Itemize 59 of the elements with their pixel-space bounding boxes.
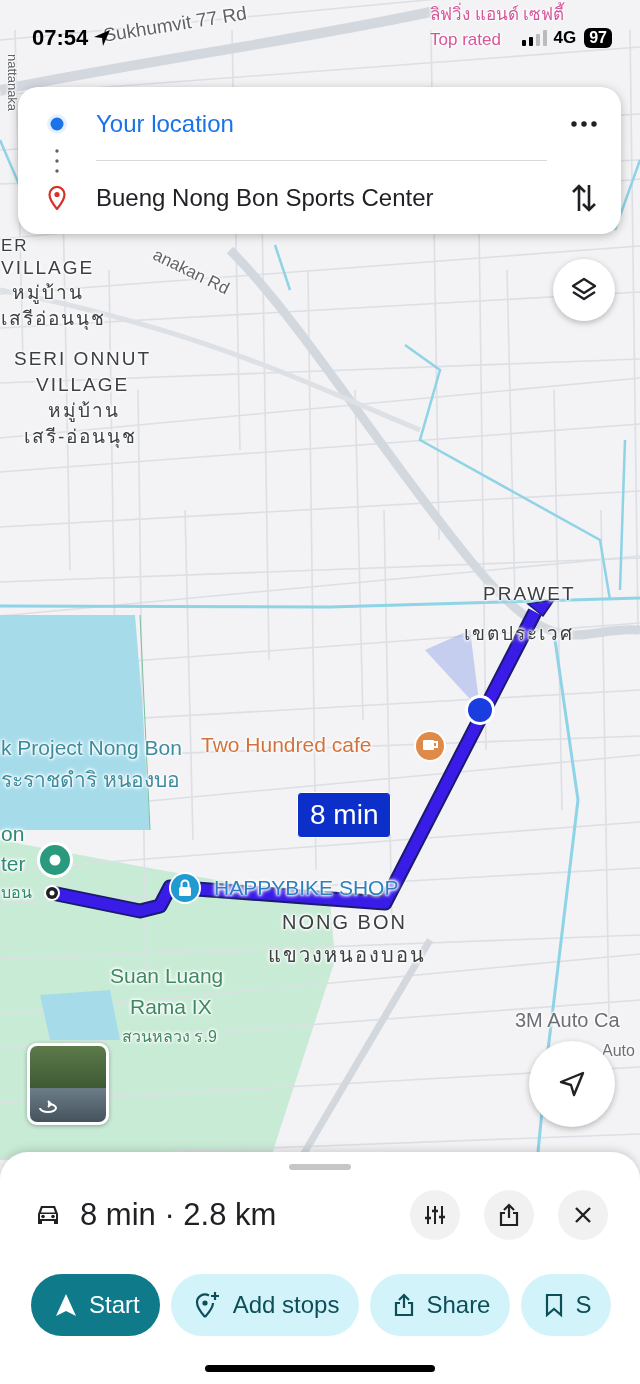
map-label: Top rated bbox=[430, 31, 501, 50]
location-dot-icon bbox=[46, 112, 68, 135]
map-label: ER bbox=[1, 237, 29, 256]
start-point-icon bbox=[44, 885, 60, 901]
map-label: Two Hundred cafe bbox=[201, 733, 372, 757]
rotate-icon bbox=[36, 1100, 60, 1116]
map-label: เสรี-อ่อนนุช bbox=[24, 427, 138, 448]
destination-pin-icon bbox=[37, 842, 73, 878]
map-label: Suan Luang bbox=[110, 964, 224, 988]
swap-icon[interactable] bbox=[571, 182, 597, 213]
map-label: ter bbox=[1, 852, 26, 876]
pin-plus-icon bbox=[194, 1291, 221, 1319]
map-label: Rama IX bbox=[130, 995, 212, 1019]
map-label: on bbox=[1, 822, 25, 846]
map-label: VILLAGE bbox=[36, 375, 130, 396]
origin-field[interactable]: Your location bbox=[96, 87, 547, 160]
navigation-arrow-icon bbox=[559, 1071, 585, 1097]
current-location-dot bbox=[465, 695, 495, 725]
sliders-icon bbox=[424, 1205, 446, 1225]
start-button[interactable]: Start bbox=[31, 1274, 160, 1336]
shopping-bag-icon bbox=[169, 872, 201, 904]
map-label: สวนหลวง ร.9 bbox=[122, 1028, 217, 1046]
options-button[interactable] bbox=[410, 1190, 460, 1240]
destination-field[interactable]: Bueng Nong Bon Sports Center bbox=[96, 161, 547, 234]
close-icon bbox=[574, 1206, 592, 1224]
more-icon[interactable] bbox=[571, 120, 597, 127]
share-icon bbox=[499, 1203, 519, 1227]
trip-summary: 8 min · 2.8 km bbox=[80, 1197, 277, 1233]
location-pin-icon bbox=[48, 185, 66, 210]
map-label: nattanaka bbox=[4, 54, 19, 112]
share-button[interactable]: Share bbox=[370, 1274, 511, 1336]
route-time-callout: 8 min bbox=[297, 792, 392, 838]
map-label: บอน bbox=[1, 884, 32, 902]
share-icon bbox=[394, 1293, 415, 1317]
map-label: แขวงหนองบอน bbox=[268, 944, 426, 966]
map-label: NONG BON bbox=[282, 911, 407, 933]
map-label: VILLAGE bbox=[1, 258, 95, 279]
navigation-arrow-icon bbox=[55, 1293, 77, 1317]
map-label: k Project Nong Bon bbox=[1, 736, 182, 760]
map-label: หมู่บ้าน bbox=[12, 283, 84, 304]
map-label: Sukhumvit 77 Rd bbox=[102, 3, 249, 47]
add-stop-button[interactable]: Add stops bbox=[170, 1274, 360, 1336]
drag-handle[interactable] bbox=[289, 1164, 351, 1170]
map-label: เสรีอ่อนนุช bbox=[1, 309, 106, 330]
bookmark-icon bbox=[545, 1293, 564, 1317]
save-button[interactable]: S bbox=[521, 1274, 612, 1336]
photo-placeholder[interactable] bbox=[27, 1043, 109, 1125]
close-button[interactable] bbox=[558, 1190, 608, 1240]
network-type: 4G bbox=[553, 28, 577, 48]
coffee-cup-icon bbox=[414, 730, 446, 762]
map-label: PRAWET bbox=[483, 584, 576, 605]
map-label: SERI ONNUT bbox=[14, 349, 152, 370]
map-label: Auto bbox=[602, 1042, 635, 1060]
map-label: หมู่บ้าน bbox=[48, 401, 120, 422]
battery-indicator: 97 bbox=[584, 28, 612, 48]
status-time: 07:54 bbox=[32, 25, 89, 51]
dots-connector-icon bbox=[55, 148, 59, 173]
share-button[interactable] bbox=[484, 1190, 534, 1240]
signal-icon bbox=[521, 30, 548, 46]
